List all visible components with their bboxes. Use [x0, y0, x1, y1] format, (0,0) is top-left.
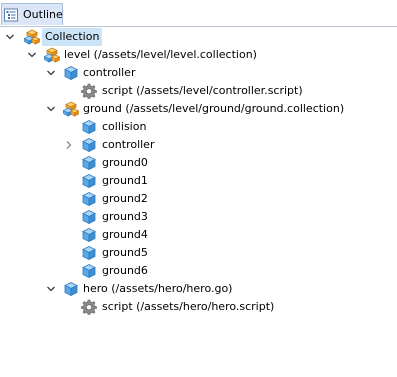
tree-item-ground1[interactable]: ground1	[0, 172, 397, 190]
tree-item-ground3[interactable]: ground3	[0, 208, 397, 226]
tree-item-level-controller[interactable]: controller	[0, 64, 397, 82]
tree-item-label: controller	[102, 138, 155, 151]
tree-item-ground2[interactable]: ground2	[0, 190, 397, 208]
game-object-icon	[81, 119, 97, 135]
collapse-arrow-icon[interactable]	[63, 139, 75, 151]
collection-icon	[44, 47, 60, 63]
tree-item-hero[interactable]: hero (/assets/hero/hero.go)	[0, 280, 397, 298]
game-object-icon	[63, 65, 79, 81]
tree-item-label: hero (/assets/hero/hero.go)	[83, 282, 233, 295]
game-object-icon	[81, 227, 97, 243]
tree-item-ground5[interactable]: ground5	[0, 244, 397, 262]
tab-outline-label: Outline	[23, 8, 63, 21]
game-object-icon	[81, 209, 97, 225]
tree-item-level-controller-script[interactable]: script (/assets/level/controller.script)	[0, 82, 397, 100]
tree-item-label: ground0	[102, 156, 148, 169]
tree-item-label: ground2	[102, 192, 148, 205]
collection-icon	[63, 101, 79, 117]
tree-item-label: script (/assets/hero/hero.script)	[102, 300, 275, 313]
tree-item-label: ground5	[102, 246, 148, 259]
tree-item-label: ground1	[102, 174, 148, 187]
tree-item-label: ground (/assets/level/ground/ground.coll…	[83, 102, 345, 115]
game-object-icon	[81, 245, 97, 261]
gear-icon	[81, 83, 97, 99]
outline-icon	[4, 8, 18, 21]
tree-item-ground[interactable]: ground (/assets/level/ground/ground.coll…	[0, 100, 397, 118]
tab-strip: Outline	[0, 0, 397, 27]
game-object-icon	[81, 191, 97, 207]
game-object-icon	[63, 281, 79, 297]
tree-item-level[interactable]: level (/assets/level/level.collection)	[0, 46, 397, 64]
expand-arrow-icon[interactable]	[45, 67, 57, 79]
gear-icon	[81, 299, 97, 315]
expand-arrow-icon[interactable]	[26, 49, 38, 61]
tree-item-ground6[interactable]: ground6	[0, 262, 397, 280]
tree-item-label: controller	[83, 66, 136, 79]
tree-item-label: Collection	[42, 28, 103, 46]
expand-arrow-icon[interactable]	[45, 283, 57, 295]
game-object-icon	[81, 155, 97, 171]
tree-item-ground4[interactable]: ground4	[0, 226, 397, 244]
expand-arrow-icon[interactable]	[4, 31, 16, 43]
tree-item-label: ground4	[102, 228, 148, 241]
tree-item-label: ground3	[102, 210, 148, 223]
tree-item-ground-controller[interactable]: controller	[0, 136, 397, 154]
tree-item-label: ground6	[102, 264, 148, 277]
collection-icon	[24, 29, 40, 45]
tree-item-label: collision	[102, 120, 147, 133]
tree-item-ground0[interactable]: ground0	[0, 154, 397, 172]
outline-panel: Outline Collection level (/assets/level/…	[0, 0, 397, 377]
tree-item-label: script (/assets/level/controller.script)	[102, 84, 303, 97]
tree-item-ground-collision[interactable]: collision	[0, 118, 397, 136]
game-object-icon	[81, 173, 97, 189]
tree-item-label: level (/assets/level/level.collection)	[64, 48, 257, 61]
game-object-icon	[81, 137, 97, 153]
tree-item-hero-script[interactable]: script (/assets/hero/hero.script)	[0, 298, 397, 316]
expand-arrow-icon[interactable]	[45, 103, 57, 115]
tree-item-collection[interactable]: Collection	[0, 28, 397, 46]
game-object-icon	[81, 263, 97, 279]
tab-outline[interactable]: Outline	[1, 3, 63, 25]
